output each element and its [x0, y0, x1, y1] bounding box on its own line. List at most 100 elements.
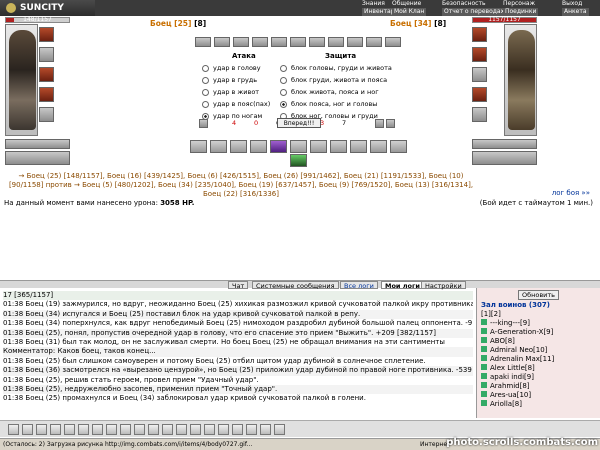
- skill-icon[interactable]: [370, 140, 387, 153]
- player-item[interactable]: A-Generation-X[9]: [477, 328, 600, 337]
- skill-icon[interactable]: [350, 140, 367, 153]
- knight-avatar[interactable]: [9, 30, 36, 130]
- toolbar-icon[interactable]: [260, 424, 271, 435]
- radio-button[interactable]: [202, 88, 209, 96]
- toolbar-icon[interactable]: [50, 424, 61, 435]
- player-item[interactable]: Admiral Neo[10]: [477, 346, 600, 355]
- skill-icon[interactable]: [290, 154, 307, 167]
- player-item[interactable]: Ariolla[8]: [477, 400, 600, 409]
- radio-button[interactable]: [202, 76, 209, 84]
- equip-slot[interactable]: [39, 67, 54, 82]
- toolbar-icon[interactable]: [78, 424, 89, 435]
- toolbar-icon[interactable]: [232, 424, 243, 435]
- player-item[interactable]: Adrenalin Max[11]: [477, 355, 600, 364]
- skill-icon[interactable]: [230, 140, 247, 153]
- toolbar-icon[interactable]: [8, 424, 19, 435]
- tab-system[interactable]: Системные сообщения: [252, 281, 339, 290]
- equip-slot[interactable]: [39, 47, 54, 62]
- tab-chat[interactable]: Чат: [228, 281, 249, 290]
- sun-icon: [6, 3, 16, 13]
- skill-icon[interactable]: [270, 140, 287, 153]
- left-avatar-frame: [5, 24, 38, 136]
- clan-icon: [481, 337, 487, 343]
- radio-button[interactable]: [280, 88, 287, 96]
- defense-option[interactable]: блок груди, живота и пояса: [280, 75, 387, 85]
- skill-icon[interactable]: [330, 140, 347, 153]
- equip-slot[interactable]: [472, 67, 487, 82]
- left-shield-icon: [199, 119, 208, 128]
- skill-icon[interactable]: [190, 140, 207, 153]
- equip-slot[interactable]: [472, 87, 487, 102]
- room-pages[interactable]: [1][2]: [477, 310, 600, 319]
- equip-slot[interactable]: [39, 27, 54, 42]
- equip-slot[interactable]: [39, 107, 54, 122]
- equip-slot[interactable]: [472, 47, 487, 62]
- belt-slot-row[interactable]: [472, 151, 537, 165]
- defense-option[interactable]: блок головы, груди и живота: [280, 63, 392, 73]
- chat-line: 01:38 Боец (34) поперхнулся, как вдруг н…: [3, 319, 473, 328]
- toolbar-icon[interactable]: [92, 424, 103, 435]
- warrior-avatar[interactable]: [508, 30, 535, 130]
- toolbar-icon[interactable]: [22, 424, 33, 435]
- forward-button[interactable]: Вперед!!!: [277, 118, 321, 128]
- toolbar-icon[interactable]: [148, 424, 159, 435]
- skill-icon[interactable]: [250, 140, 267, 153]
- attack-option[interactable]: удар в грудь: [202, 75, 257, 85]
- menu-exit[interactable]: Выход Анкета: [562, 0, 589, 16]
- attack-option[interactable]: удар в голову: [202, 63, 261, 73]
- toolbar-icon[interactable]: [274, 424, 285, 435]
- chat-line: 01:38 Боец (34) испугался и Боец (25) по…: [3, 309, 473, 320]
- chat-toolbar: [0, 420, 600, 437]
- radio-button[interactable]: [280, 76, 287, 84]
- skill-icon[interactable]: [290, 140, 307, 153]
- player-item[interactable]: Alex Little[8]: [477, 364, 600, 373]
- radio-button[interactable]: [202, 100, 209, 108]
- radio-button[interactable]: [280, 100, 287, 108]
- radio-button[interactable]: [202, 64, 209, 72]
- fight-log-link[interactable]: лог боя »»: [552, 189, 590, 198]
- toolbar-icon[interactable]: [134, 424, 145, 435]
- skill-icon[interactable]: [390, 140, 407, 153]
- player-item[interactable]: Arahmid[8]: [477, 382, 600, 391]
- clan-icon: [481, 355, 487, 361]
- tab-all-logs[interactable]: Все логи: [340, 281, 378, 290]
- toolbar-icon[interactable]: [120, 424, 131, 435]
- left-fighter-name[interactable]: Боец [25] [8]: [150, 19, 206, 28]
- player-item[interactable]: Ares-ua[10]: [477, 391, 600, 400]
- attack-option[interactable]: удар в пояс(пах): [202, 99, 270, 109]
- attack-option[interactable]: удар в живот: [202, 87, 259, 97]
- rings-slot-row[interactable]: [472, 139, 537, 149]
- player-item[interactable]: apaki indi[9]: [477, 373, 600, 382]
- equip-slot[interactable]: [472, 27, 487, 42]
- equip-slot[interactable]: [39, 87, 54, 102]
- belt-slot-row[interactable]: [5, 151, 70, 165]
- defense-option[interactable]: блок живота, пояса и ног: [280, 87, 379, 97]
- toolbar-icon[interactable]: [204, 424, 215, 435]
- player-item[interactable]: ABO[8]: [477, 337, 600, 346]
- menu-communication[interactable]: Общение Мой Клан: [392, 0, 427, 16]
- equip-slot[interactable]: [472, 107, 487, 122]
- tab-settings[interactable]: Настройки: [421, 281, 466, 290]
- skill-icon[interactable]: [310, 140, 327, 153]
- radio-button[interactable]: [280, 64, 287, 72]
- chat-line: 01:38 Боец (36) засмотрелся на «вырезано…: [3, 366, 473, 376]
- toolbar-icon[interactable]: [246, 424, 257, 435]
- right-fighter-name[interactable]: Боец [34] [8]: [390, 19, 446, 28]
- menu-character[interactable]: Персонаж Поединки: [503, 0, 539, 16]
- toolbar-icon[interactable]: [36, 424, 47, 435]
- tab-my-logs[interactable]: Мои логи: [381, 281, 424, 290]
- clan-icon: [481, 328, 487, 334]
- player-item[interactable]: ---king---[9]: [477, 319, 600, 328]
- rings-slot-row[interactable]: [5, 139, 70, 149]
- toolbar-icon[interactable]: [106, 424, 117, 435]
- menu-security[interactable]: Безопасность Отчет о переводах: [442, 0, 507, 16]
- toolbar-icon[interactable]: [190, 424, 201, 435]
- toolbar-icon[interactable]: [176, 424, 187, 435]
- shield-icon: [375, 119, 384, 128]
- skill-icon[interactable]: [210, 140, 227, 153]
- refresh-button[interactable]: Обновить: [517, 290, 560, 300]
- toolbar-icon[interactable]: [64, 424, 75, 435]
- toolbar-icon[interactable]: [162, 424, 173, 435]
- toolbar-icon[interactable]: [218, 424, 229, 435]
- defense-option[interactable]: блок пояса, ног и головы: [280, 99, 377, 109]
